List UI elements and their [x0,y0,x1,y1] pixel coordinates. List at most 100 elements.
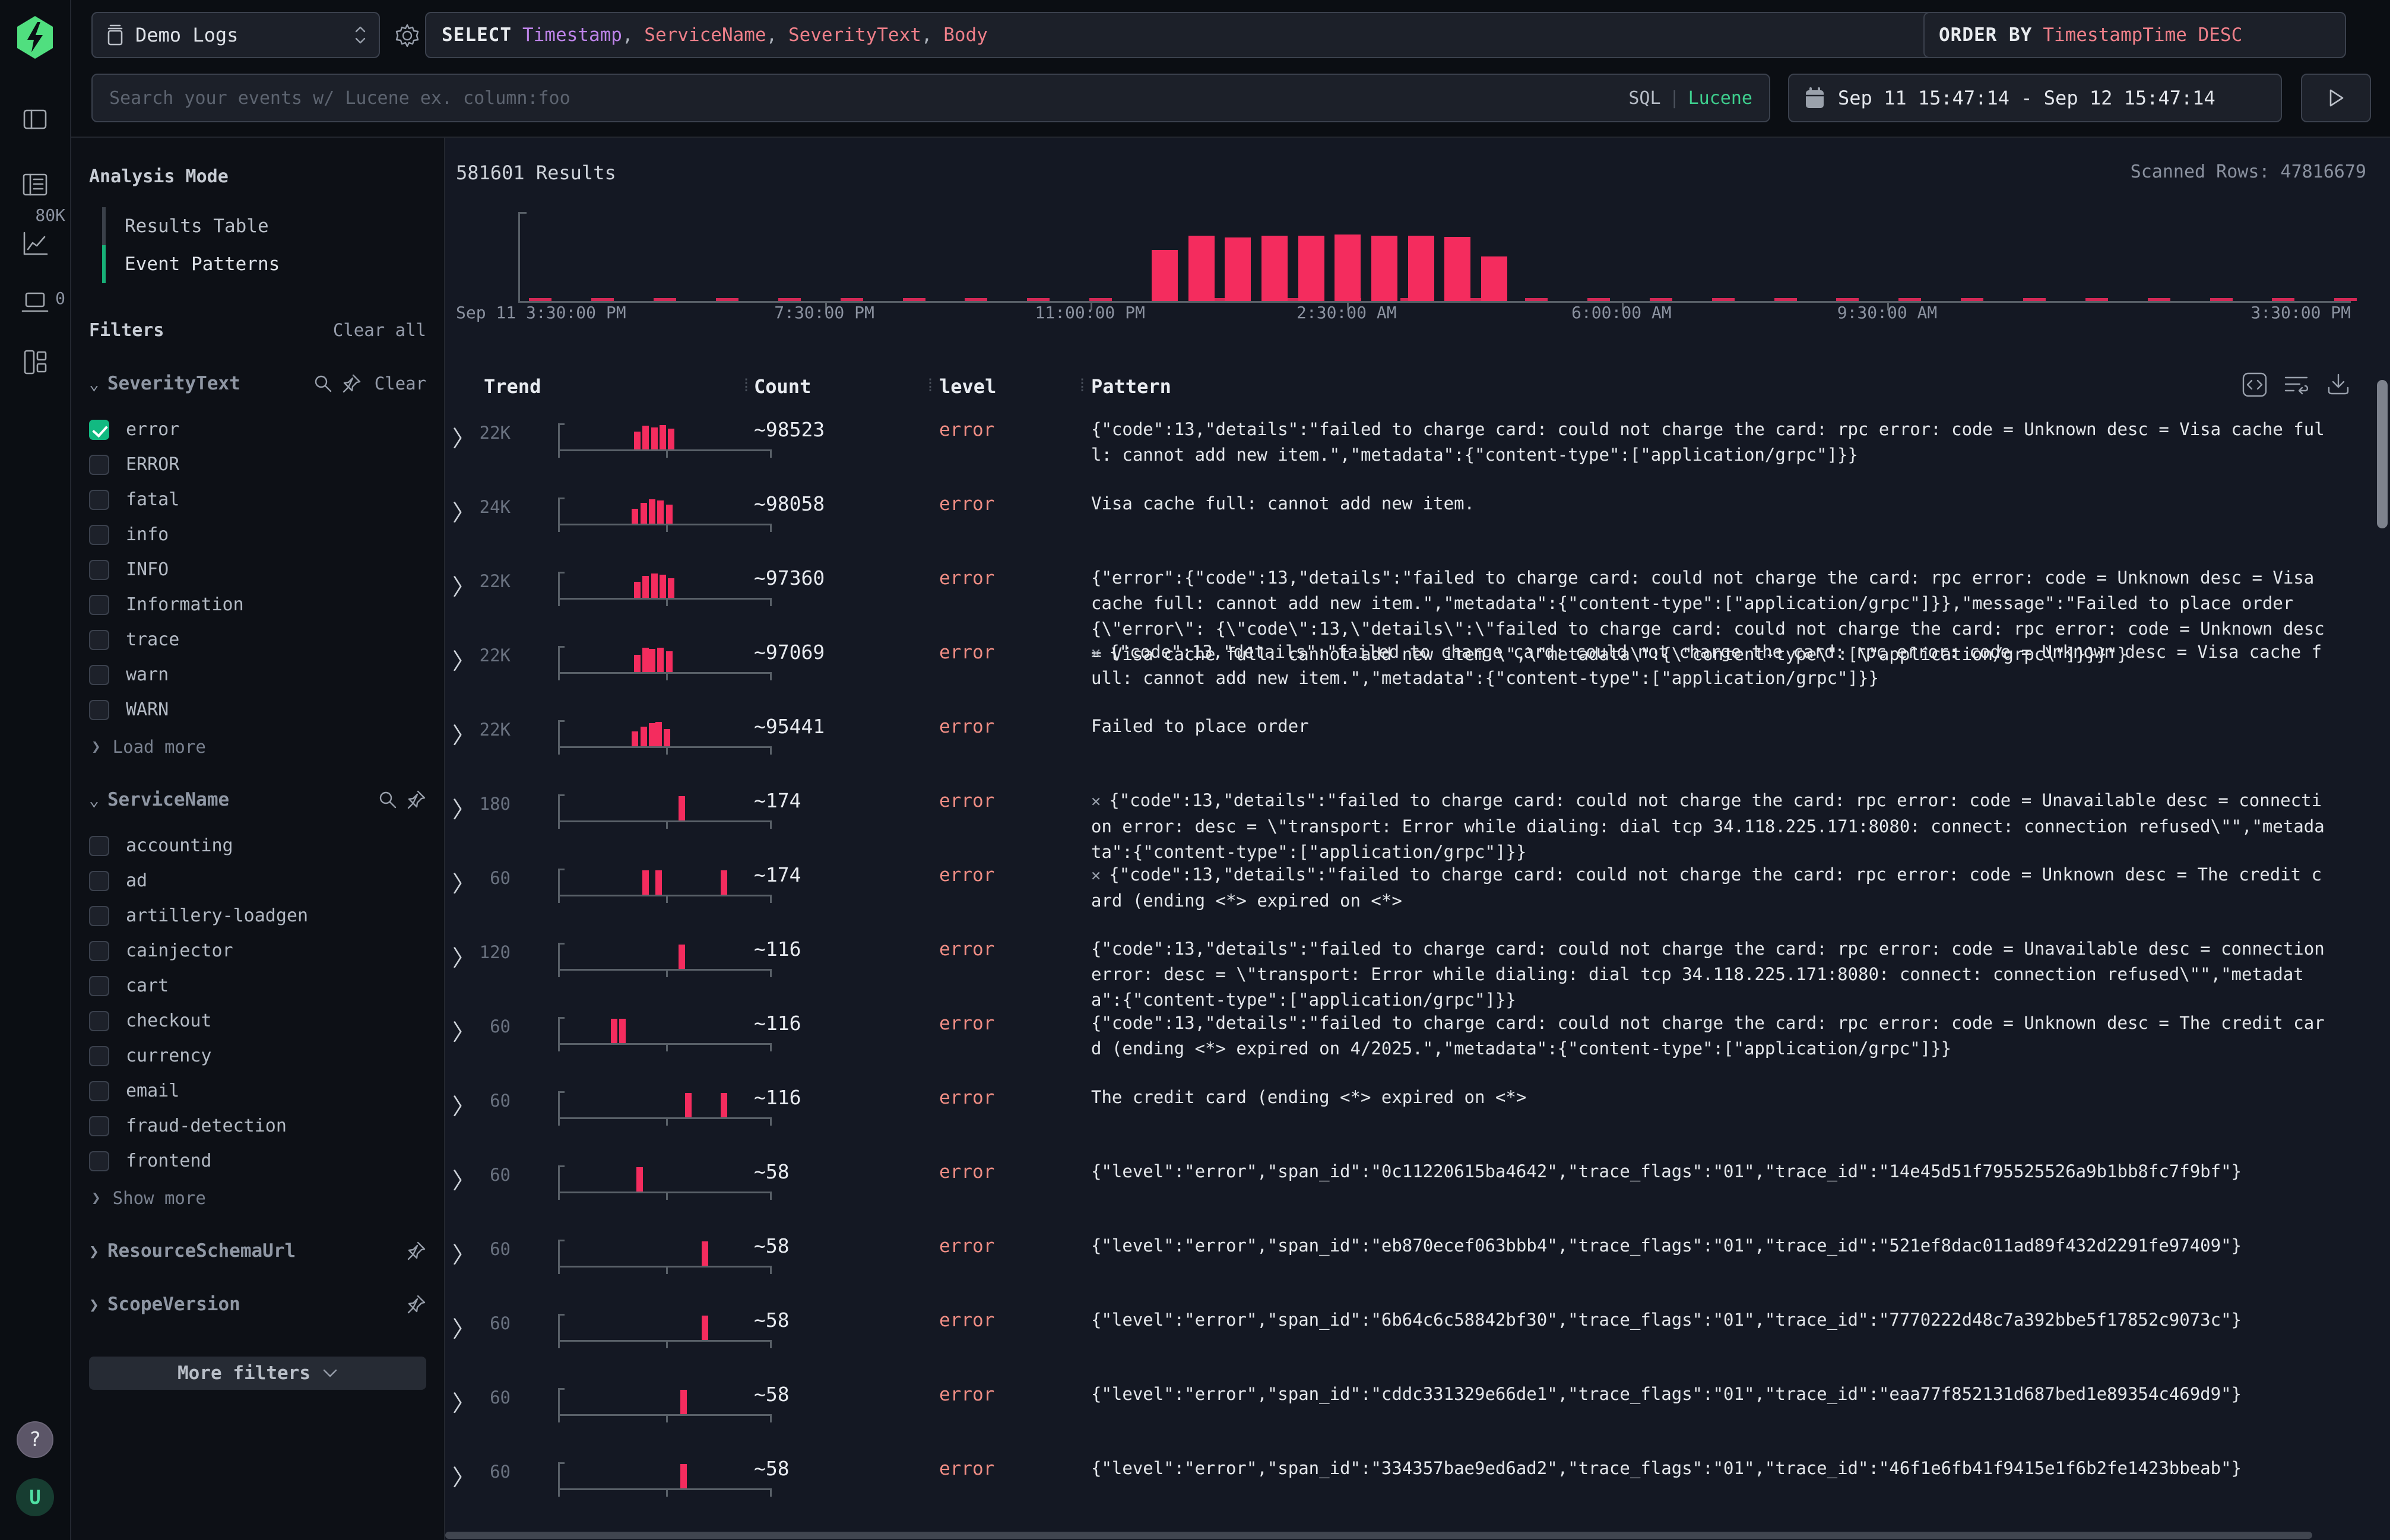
checkbox[interactable] [89,665,109,685]
filter-option-accounting[interactable]: accounting [89,828,426,863]
app-logo-icon[interactable] [15,15,55,59]
results-histogram[interactable]: 80K 0 Sep 11 3:30:00 PM7:30:00 PM11:00:0… [445,197,2390,375]
checkbox[interactable] [89,525,109,545]
horizontal-scrollbar[interactable] [445,1531,2390,1540]
pin-icon[interactable] [341,373,362,394]
horizontal-scrollbar-thumb[interactable] [445,1532,2312,1539]
checkbox[interactable] [89,420,109,440]
checkbox[interactable] [89,595,109,615]
pattern-cell[interactable]: {"level":"error","span_id":"0c11220615ba… [1091,1159,2331,1184]
filter-option-checkout[interactable]: checkout [89,1003,426,1038]
histogram-bar[interactable] [1481,256,1507,301]
analysis-mode-event-patterns[interactable]: Event Patterns [102,245,426,283]
chevron-right-icon[interactable]: ❯ [89,1295,99,1314]
pattern-row[interactable]: 〉60~58error{"level":"error","span_id":"6… [445,1307,2372,1381]
load-more-button[interactable]: ❯Load more [91,737,426,757]
col-resize-handle[interactable]: ⁞ [1077,375,1086,397]
filter-option-INFO[interactable]: INFO [89,552,426,587]
col-resize-handle[interactable]: ⁞ [741,375,750,397]
more-filters-button[interactable]: More filters [89,1357,426,1390]
pattern-row[interactable]: 〉60~174error✕{"code":13,"details":"faile… [445,862,2372,936]
checkbox[interactable] [89,1151,109,1171]
search-icon[interactable] [378,790,398,810]
pattern-cell[interactable]: {"level":"error","span_id":"eb870ecef063… [1091,1233,2331,1259]
pattern-row[interactable]: 〉60~58error{"level":"error","span_id":"3… [445,1456,2372,1528]
pin-icon[interactable] [406,1294,426,1314]
chevron-down-icon[interactable]: ⌄ [89,790,99,810]
pattern-row[interactable]: 〉60~116error{"code":13,"details":"failed… [445,1010,2372,1085]
filter-option-info[interactable]: info [89,517,426,552]
mode-toggle-sql[interactable]: SQL [1628,88,1660,109]
pattern-cell[interactable]: Visa cache full: cannot add new item. [1091,491,2331,516]
filter-group-name[interactable]: ServiceName [107,789,229,810]
histogram-bar[interactable] [1225,237,1251,301]
dashboards-icon[interactable] [21,348,49,376]
histogram-bar[interactable] [1188,236,1215,301]
histogram-bar[interactable] [1444,237,1470,301]
filter-option-warn[interactable]: warn [89,657,426,692]
filter-option-artillery-loadgen[interactable]: artillery-loadgen [89,898,426,933]
chevron-right-icon[interactable]: ❯ [89,1241,99,1261]
checkbox[interactable] [89,630,109,650]
filter-option-currency[interactable]: currency [89,1038,426,1073]
checkbox[interactable] [89,490,109,510]
col-header-level[interactable]: level [939,375,996,398]
run-query-button[interactable] [2301,74,2371,122]
checkbox[interactable] [89,560,109,580]
pattern-row[interactable]: 〉22K~97360error{"error":{"code":13,"deta… [445,565,2372,639]
show-more-button[interactable]: ❯Show more [91,1188,426,1208]
dismiss-pattern-icon[interactable]: ✕ [1091,866,1109,885]
pattern-row[interactable]: 〉60~58error{"level":"error","span_id":"e… [445,1233,2372,1307]
pattern-row[interactable]: 〉60~116errorThe credit card (ending <*> … [445,1085,2372,1159]
filter-option-cainjector[interactable]: cainjector [89,933,426,968]
checkbox[interactable] [89,836,109,856]
collapse-panel-icon[interactable] [21,106,49,133]
pattern-row[interactable]: 〉60~58error{"level":"error","span_id":"0… [445,1159,2372,1233]
dismiss-pattern-icon[interactable]: ✕ [1091,792,1109,810]
chart-explorer-icon[interactable] [21,230,49,258]
pattern-cell[interactable]: {"code":13,"details":"failed to charge c… [1091,936,2331,1013]
histogram-bar[interactable] [1371,236,1397,301]
source-settings-button[interactable] [392,20,423,51]
source-select[interactable]: Demo Logs [91,12,380,58]
filter-option-ad[interactable]: ad [89,863,426,898]
checkbox[interactable] [89,941,109,961]
pattern-row[interactable]: 〉24K~98058errorVisa cache full: cannot a… [445,491,2372,565]
filter-option-fraud-detection[interactable]: fraud-detection [89,1108,426,1143]
vertical-scrollbar[interactable] [2377,375,2388,1526]
vertical-scrollbar-thumb[interactable] [2377,380,2388,528]
col-header-trend[interactable]: Trend [484,375,541,398]
search-icon[interactable] [313,373,333,394]
pattern-cell[interactable]: {"level":"error","span_id":"6b64c6c58842… [1091,1307,2331,1333]
checkbox[interactable] [89,455,109,475]
chevron-down-icon[interactable]: ⌄ [89,374,99,394]
checkbox[interactable] [89,1011,109,1031]
histogram-bar[interactable] [1152,250,1178,301]
filter-option-WARN[interactable]: WARN [89,692,426,727]
pattern-cell[interactable]: {"level":"error","span_id":"cddc331329e6… [1091,1381,2331,1407]
pattern-cell[interactable]: The credit card (ending <*> expired on <… [1091,1085,2331,1110]
avatar[interactable]: U [16,1478,54,1516]
pin-icon[interactable] [406,1241,426,1261]
checkbox[interactable] [89,1046,109,1066]
pattern-cell[interactable]: {"code":13,"details":"failed to charge c… [1091,417,2331,468]
clear-filter-button[interactable]: Clear [375,373,426,394]
filter-option-ERROR[interactable]: ERROR [89,447,426,482]
mode-toggle-lucene[interactable]: Lucene [1688,88,1752,109]
filter-group-name[interactable]: ScopeVersion [107,1294,240,1315]
filter-option-cart[interactable]: cart [89,968,426,1003]
histogram-bar[interactable] [1408,236,1434,301]
download-icon[interactable] [2326,372,2351,397]
checkbox[interactable] [89,1081,109,1101]
clear-all-filters-button[interactable]: Clear all [333,320,426,340]
order-by-input[interactable]: ORDER BY TimestampTime DESC [1923,12,2346,58]
pattern-cell[interactable]: {"code":13,"details":"failed to charge c… [1091,1010,2331,1061]
pattern-row[interactable]: 〉22K~95441errorFailed to place order [445,714,2372,788]
filter-group-name[interactable]: SeverityText [107,373,240,394]
histogram-bar[interactable] [1335,235,1361,301]
pattern-row[interactable]: 〉22K~97069error✕{"code":13,"details":"fa… [445,639,2372,714]
checkbox[interactable] [89,906,109,926]
search-logs-icon[interactable] [21,171,49,198]
checkbox[interactable] [89,976,109,996]
filter-option-error[interactable]: error [89,412,426,447]
